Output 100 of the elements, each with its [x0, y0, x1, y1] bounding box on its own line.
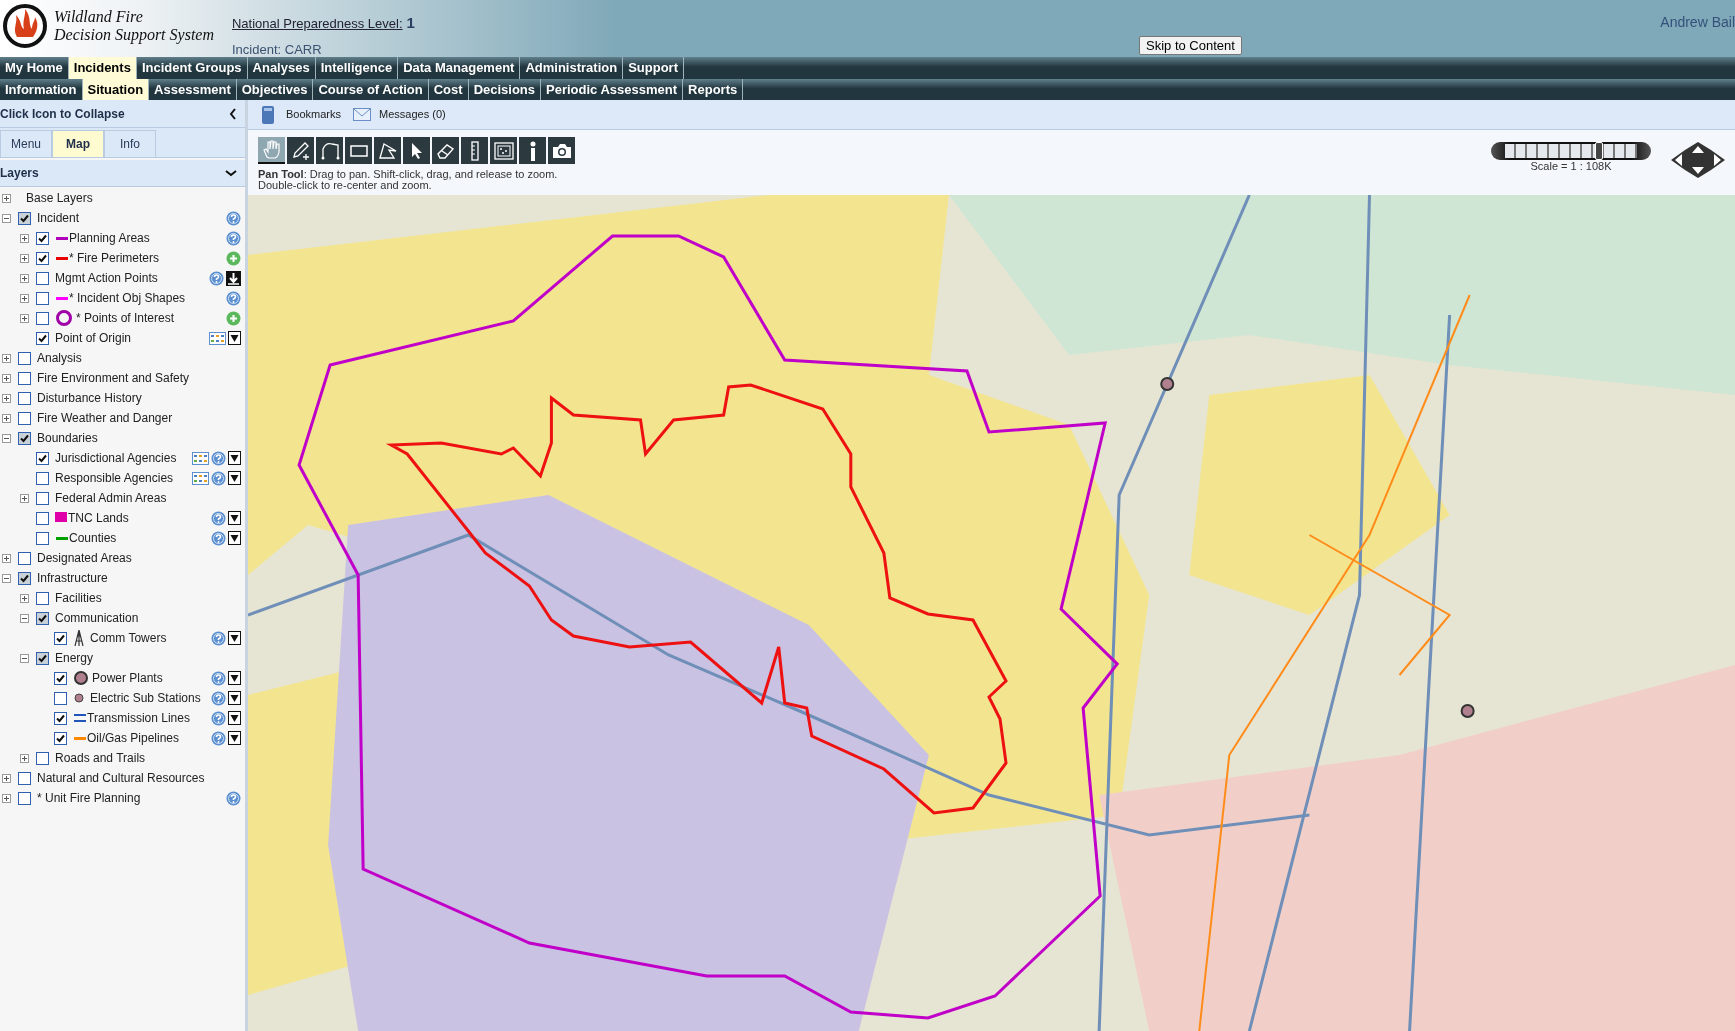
expand-toggle[interactable] — [2, 553, 11, 563]
dropdown-icon[interactable] — [228, 531, 241, 545]
checkbox[interactable] — [36, 331, 49, 345]
dropdown-icon[interactable] — [228, 331, 241, 345]
layer-label[interactable]: Fire Environment and Safety — [37, 369, 190, 387]
layer-label[interactable]: Mgmt Action Points — [55, 269, 158, 287]
dropdown-icon[interactable] — [228, 471, 241, 485]
checkbox[interactable] — [18, 431, 31, 445]
checkbox[interactable] — [54, 671, 67, 685]
nav-tab[interactable]: Incidents — [68, 57, 137, 79]
checkbox[interactable] — [36, 291, 49, 305]
layer-label[interactable]: Infrastructure — [37, 569, 108, 587]
checkbox[interactable] — [36, 531, 49, 545]
layer-label[interactable]: Planning Areas — [69, 229, 150, 247]
collapse-toggle[interactable] — [2, 213, 11, 223]
layer-label[interactable]: Energy — [55, 649, 94, 667]
dropdown-icon[interactable] — [228, 711, 241, 725]
checkbox[interactable] — [18, 211, 31, 225]
layer-label[interactable]: Comm Towers — [90, 629, 167, 647]
download-icon[interactable] — [226, 270, 241, 286]
collapse-toggle[interactable] — [2, 433, 11, 443]
checkbox[interactable] — [36, 511, 49, 525]
dropdown-icon[interactable] — [228, 511, 241, 525]
sidebar-tab[interactable]: Info — [104, 130, 156, 157]
checkbox[interactable] — [36, 311, 49, 325]
chevron-left-icon[interactable] — [229, 107, 237, 120]
expand-toggle[interactable] — [20, 233, 29, 243]
checkbox[interactable] — [36, 751, 49, 765]
layer-label[interactable]: * Fire Perimeters — [69, 249, 160, 267]
checkbox[interactable] — [36, 271, 49, 285]
checkbox[interactable] — [36, 251, 49, 265]
layer-label[interactable]: * Incident Obj Shapes — [69, 289, 186, 307]
expand-toggle[interactable] — [2, 193, 11, 203]
checkbox[interactable] — [54, 711, 67, 725]
expand-toggle[interactable] — [20, 253, 29, 263]
tool-button[interactable] — [490, 137, 517, 164]
pan-arrows-control[interactable] — [1671, 142, 1725, 178]
help-icon[interactable] — [226, 790, 241, 806]
layer-label[interactable]: Analysis — [37, 349, 82, 367]
layer-label[interactable]: Federal Admin Areas — [55, 489, 167, 507]
collapse-toggle[interactable] — [20, 613, 29, 623]
zoom-slider-thumb[interactable] — [1594, 142, 1603, 160]
expand-toggle[interactable] — [20, 273, 29, 283]
checkbox[interactable] — [18, 791, 31, 805]
tool-button[interactable] — [432, 137, 459, 164]
tool-button[interactable] — [258, 137, 285, 164]
layer-label[interactable]: * Unit Fire Planning — [37, 789, 141, 807]
checkbox[interactable] — [36, 491, 49, 505]
preparedness-link[interactable]: National Preparedness Level: — [232, 14, 403, 34]
layer-label[interactable]: * Points of Interest — [76, 309, 175, 327]
layer-label[interactable]: Facilities — [55, 589, 102, 607]
checkbox[interactable] — [36, 231, 49, 245]
dropdown-icon[interactable] — [228, 731, 241, 745]
tool-button[interactable] — [345, 137, 372, 164]
dropdown-icon[interactable] — [228, 451, 241, 465]
sidebar-tab[interactable]: Map — [52, 130, 104, 157]
layer-label[interactable]: Counties — [69, 529, 117, 547]
checkbox[interactable] — [36, 451, 49, 465]
layer-label[interactable]: Electric Sub Stations — [90, 689, 201, 707]
layer-label[interactable]: Power Plants — [92, 669, 163, 687]
expand-toggle[interactable] — [20, 493, 29, 503]
layer-label[interactable]: Boundaries — [37, 429, 98, 447]
checkbox[interactable] — [36, 471, 49, 485]
zoom-slider[interactable] — [1491, 142, 1651, 160]
layer-label[interactable]: Communication — [55, 609, 139, 627]
expand-toggle[interactable] — [20, 293, 29, 303]
sidebar-tab[interactable]: Menu — [0, 130, 52, 157]
layer-label[interactable]: Natural and Cultural Resources — [37, 769, 205, 787]
expand-toggle[interactable] — [20, 313, 29, 323]
tool-button[interactable] — [403, 137, 430, 164]
tool-button[interactable] — [316, 137, 343, 164]
table-icon[interactable] — [192, 451, 209, 465]
expand-toggle[interactable] — [20, 593, 29, 603]
envelope-icon[interactable] — [353, 105, 372, 124]
dropdown-icon[interactable] — [228, 691, 241, 705]
layer-label[interactable]: Base Layers — [26, 189, 93, 207]
checkbox[interactable] — [54, 631, 67, 645]
tool-button[interactable] — [519, 137, 546, 164]
checkbox[interactable] — [18, 551, 31, 565]
layer-label[interactable]: Designated Areas — [37, 549, 132, 567]
checkbox[interactable] — [18, 771, 31, 785]
layer-label[interactable]: Fire Weather and Danger — [37, 409, 173, 427]
tool-button[interactable] — [374, 137, 401, 164]
layer-label[interactable]: TNC Lands — [68, 509, 129, 527]
layer-label[interactable]: Jurisdictional Agencies — [55, 449, 177, 467]
checkbox[interactable] — [36, 651, 49, 665]
expand-toggle[interactable] — [2, 393, 11, 403]
checkbox[interactable] — [36, 591, 49, 605]
checkbox[interactable] — [18, 371, 31, 385]
messages-link[interactable]: Messages (0) — [379, 106, 446, 123]
checkbox[interactable] — [54, 691, 67, 705]
checkbox[interactable] — [18, 391, 31, 405]
dropdown-icon[interactable] — [228, 631, 241, 645]
expand-toggle[interactable] — [2, 773, 11, 783]
collapse-toggle[interactable] — [20, 653, 29, 663]
dropdown-icon[interactable] — [228, 671, 241, 685]
tool-button[interactable] — [287, 137, 314, 164]
checkbox[interactable] — [18, 351, 31, 365]
checkbox[interactable] — [36, 611, 49, 625]
expand-toggle[interactable] — [2, 793, 11, 803]
